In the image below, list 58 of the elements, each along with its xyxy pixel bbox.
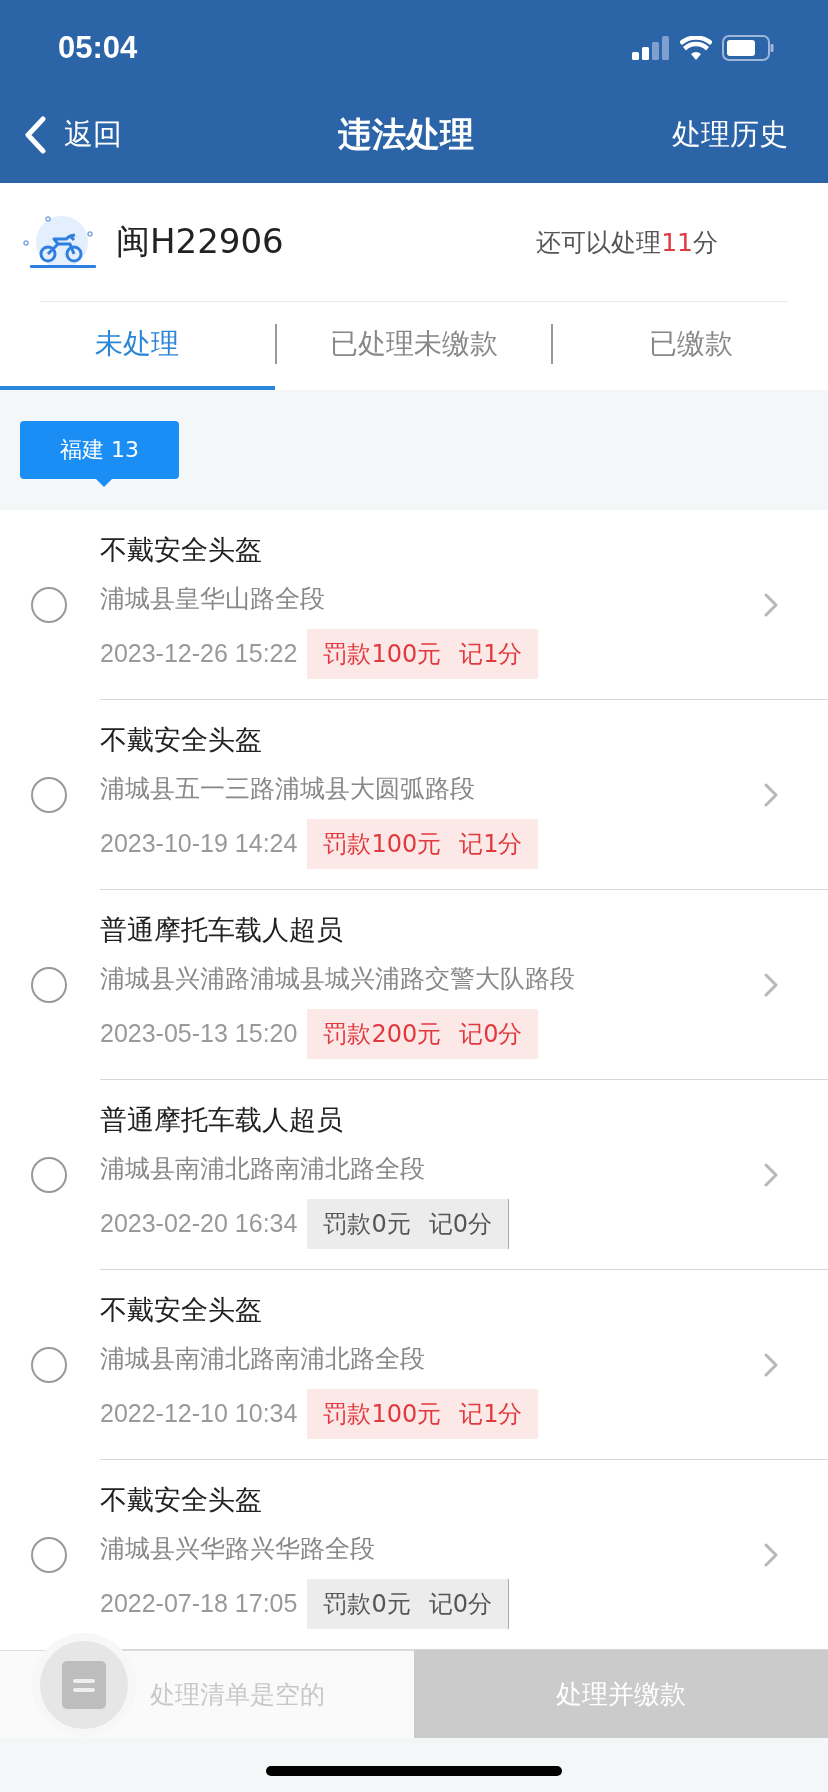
wifi-icon: [680, 36, 712, 60]
violation-location: 浦城县五一三路浦城县大圆弧路段: [100, 772, 476, 805]
motorcycle-icon: [22, 214, 98, 270]
back-button[interactable]: 返回: [24, 114, 204, 155]
status-tab[interactable]: 已处理未缴款: [276, 302, 552, 390]
select-radio[interactable]: [31, 587, 67, 623]
penalty-points: 记1分: [459, 828, 523, 860]
fine-amount: 罚款0元: [323, 1588, 411, 1620]
region-tag[interactable]: 福建 13: [20, 421, 179, 479]
violation-title: 不戴安全头盔: [100, 722, 263, 757]
violation-time: 2023-05-13 15:20: [100, 1019, 298, 1048]
fine-amount: 罚款0元: [323, 1208, 411, 1240]
select-radio[interactable]: [31, 1157, 67, 1193]
violation-location: 浦城县皇华山路全段: [100, 582, 326, 615]
select-radio[interactable]: [31, 967, 67, 1003]
tag-pointer-icon: [96, 479, 112, 487]
penalty-points: 记0分: [428, 1588, 492, 1620]
violation-location: 浦城县南浦北路南浦北路全段: [100, 1152, 426, 1185]
fine-amount: 罚款100元: [323, 828, 442, 860]
fine-amount: 罚款100元: [323, 638, 442, 670]
violation-title: 普通摩托车载人超员: [100, 912, 344, 947]
remaining-points-text: 还可以处理11分: [536, 226, 718, 259]
license-plate: 闽H22906: [116, 220, 284, 263]
violation-time: 2023-02-20 16:34: [100, 1209, 298, 1238]
penalty-points: 记1分: [459, 1398, 523, 1430]
chevron-right-icon: [764, 593, 778, 617]
back-icon: [24, 115, 46, 154]
violation-time: 2023-10-19 14:24: [100, 829, 298, 858]
chevron-right-icon: [764, 1543, 778, 1567]
chevron-right-icon: [764, 1163, 778, 1187]
violation-location: 浦城县兴浦路浦城县城兴浦路交警大队路段: [100, 962, 576, 995]
status-time: 05:04: [58, 30, 138, 66]
signal-icon: [632, 36, 670, 60]
violation-title: 不戴安全头盔: [100, 1482, 263, 1517]
violation-time: 2022-12-10 10:34: [100, 1399, 298, 1428]
penalty-points: 记1分: [459, 638, 523, 670]
violation-location: 浦城县兴华路兴华路全段: [100, 1532, 376, 1565]
violation-time: 2023-12-26 15:22: [100, 639, 298, 668]
page-title: 违法处理: [337, 112, 475, 156]
history-button[interactable]: 处理历史: [608, 114, 788, 155]
violation-title: 不戴安全头盔: [100, 532, 263, 567]
fine-amount: 罚款100元: [323, 1398, 442, 1430]
chevron-right-icon: [764, 783, 778, 807]
violation-location: 浦城县南浦北路南浦北路全段: [100, 1342, 426, 1375]
status-tab[interactable]: 已缴款: [553, 302, 828, 390]
chevron-right-icon: [764, 973, 778, 997]
chevron-right-icon: [764, 1353, 778, 1377]
violation-time: 2022-07-18 17:05: [100, 1589, 298, 1618]
violation-title: 不戴安全头盔: [100, 1292, 263, 1327]
battery-icon: [722, 35, 774, 61]
violation-title: 普通摩托车载人超员: [100, 1102, 344, 1137]
select-radio[interactable]: [31, 777, 67, 813]
select-radio[interactable]: [31, 1537, 67, 1573]
list-icon: [62, 1661, 106, 1709]
penalty-points: 记0分: [459, 1018, 523, 1050]
fine-amount: 罚款200元: [323, 1018, 442, 1050]
penalty-points: 记0分: [428, 1208, 492, 1240]
select-radio[interactable]: [31, 1347, 67, 1383]
